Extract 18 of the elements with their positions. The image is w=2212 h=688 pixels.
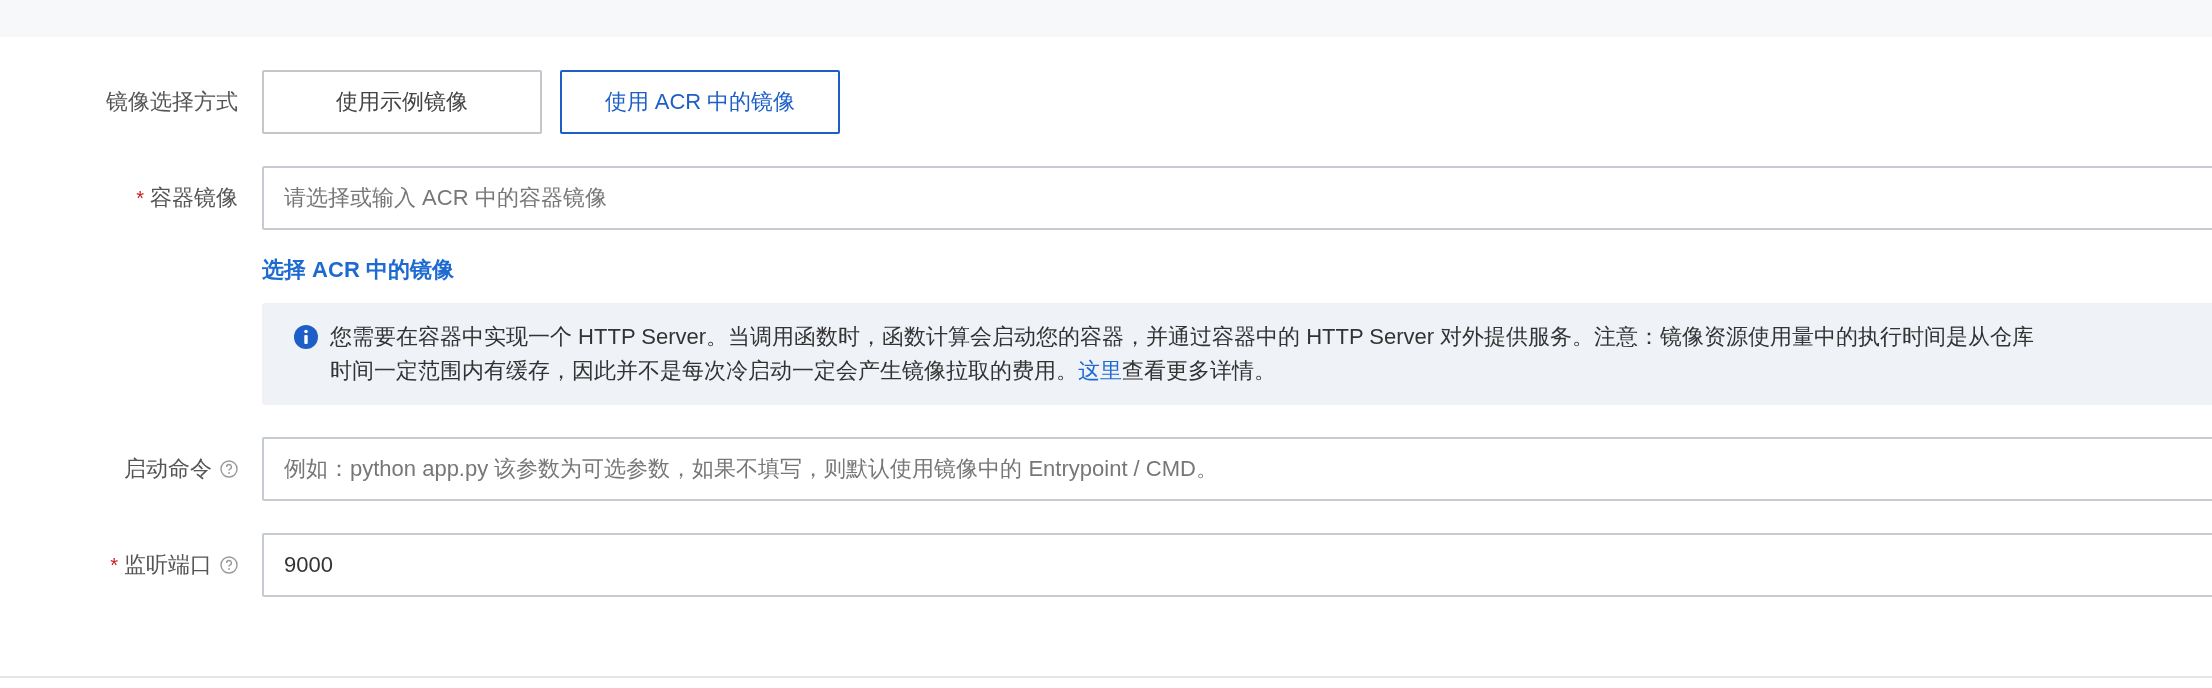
details-link[interactable]: 这里 [1078,358,1122,383]
field-label: 启动命令 [124,455,212,483]
field-label: 容器镜像 [150,184,238,212]
field-label: 监听端口 [124,551,212,579]
required-mark: * [110,553,118,577]
notice-text: 您需要在容器中实现一个 HTTP Server。当调用函数时，函数计算会启动您的容器，并通过容器中的 HTTP Server 对外提供服务。注意：镜像资源使用量中的执行时间是从仓库 [330,323,2035,351]
port-input-field[interactable]: 9000 [262,533,2212,597]
option-button[interactable]: 使用 ACR 中的镜像 [560,70,840,134]
required-mark: * [136,186,144,210]
image-input-field[interactable]: 请选择或输入 ACR 中的容器镜像 [262,166,2212,230]
option-button[interactable]: 使用示例镜像 [262,70,542,134]
field-label: 镜像选择方式 [106,88,238,116]
select-image-link[interactable]: 选择 ACR 中的镜像 [262,255,454,285]
help-icon[interactable] [220,460,238,478]
info-icon [294,325,318,349]
notice-text: 时间一定范围内有缓存，因此并不是每次冷启动一定会产生镜像拉取的费用。这里查看更多详情。 [330,357,1277,385]
help-icon[interactable] [220,556,238,574]
command-input-field[interactable]: 例如：python app.py 该参数为可选参数，如果不填写，则默认使用镜像中的 Entrypoint / CMD。 [262,437,2212,501]
